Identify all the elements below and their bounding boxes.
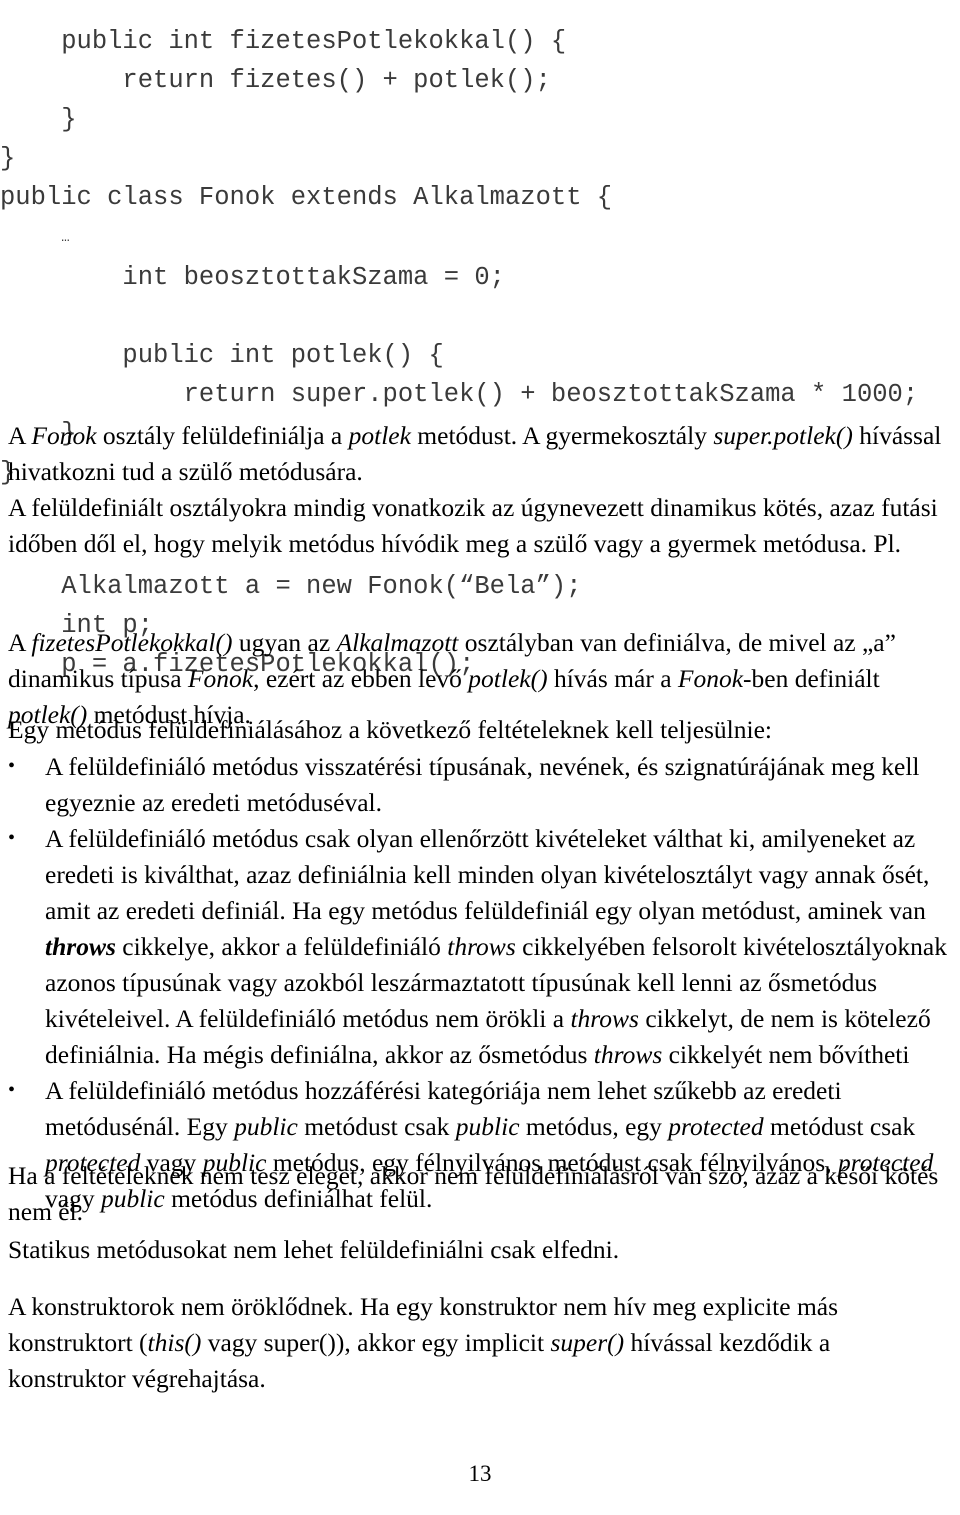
emphasis-public: public bbox=[234, 1112, 298, 1141]
code-line: int beosztottakSzama = 0; bbox=[0, 262, 505, 292]
paragraph-dynamic-binding: A felüldefiniált osztályokra mindig vona… bbox=[8, 490, 952, 562]
paragraph-constructors: A konstruktorok nem öröklődnek. Ha egy k… bbox=[8, 1289, 952, 1397]
text-run: A felüldefiniált osztályokra mindig vona… bbox=[8, 493, 938, 558]
paragraph-not-override: Ha a feltételeknek nem tesz eleget, akko… bbox=[8, 1158, 952, 1230]
list-item-text: A felüldefiniáló metódus csak olyan elle… bbox=[45, 824, 947, 1069]
paragraph-static-methods: Statikus metódusokat nem lehet felüldefi… bbox=[8, 1232, 952, 1268]
bullet-dot-icon: • bbox=[8, 1079, 16, 1101]
text-run: A bbox=[8, 421, 32, 450]
strong-emphasis-throws: throws bbox=[45, 932, 116, 961]
emphasis-this: this() bbox=[147, 1328, 202, 1357]
text-run: Egy metódus felüldefiniálásához a követk… bbox=[8, 715, 773, 744]
emphasis-fonok-2: Fonok bbox=[677, 664, 744, 693]
emphasis-throws: throws bbox=[447, 932, 516, 961]
text-run: -ben definiált bbox=[743, 664, 880, 693]
emphasis-super-potlek: super.potlek() bbox=[713, 421, 853, 450]
document-page: public int fizetesPotlekokkal() { return… bbox=[0, 0, 960, 1515]
paragraph-fonok-override: A Fonok osztály felüldefiniálja a potlek… bbox=[8, 418, 952, 490]
list-item: • A felüldefiniáló metódus csak olyan ell… bbox=[0, 821, 952, 1073]
emphasis-protected: protected bbox=[668, 1112, 764, 1141]
code-ellipsis: … bbox=[61, 229, 70, 246]
code-line: public int fizetesPotlekokkal() { bbox=[0, 26, 567, 56]
code-block-fizetes-potlekokkal: public int fizetesPotlekokkal() { return… bbox=[0, 22, 566, 178]
text-run: osztály felüldefiniálja a bbox=[96, 421, 349, 450]
bullet-dot-icon: • bbox=[8, 755, 16, 777]
code-line: return super.potlek() + beosztottakSzama… bbox=[0, 379, 919, 409]
text-run: , ezért az ebben levő bbox=[253, 664, 469, 693]
code-line: public int potlek() { bbox=[0, 340, 444, 370]
emphasis-alkalmazott: Alkalmazott bbox=[336, 628, 459, 657]
list-item: • A felüldefiniáló metódus visszatérési t… bbox=[0, 749, 952, 821]
emphasis-potlek: potlek bbox=[348, 421, 411, 450]
code-line: public class Fonok extends Alkalmazott { bbox=[0, 182, 613, 212]
text-run: A felüldefiniáló metódus csak olyan elle… bbox=[45, 824, 930, 925]
code-line: Alkalmazott a = new Fonok(“Bela”); bbox=[0, 571, 582, 601]
emphasis-public: public bbox=[455, 1112, 520, 1141]
text-run: ugyan az bbox=[232, 628, 337, 657]
text-run: cikkelye, akkor a felüldefiniáló bbox=[115, 932, 448, 961]
paragraph-conditions-intro: Egy metódus felüldefiniálásához a követk… bbox=[8, 712, 952, 748]
text-run: hívás már a bbox=[547, 664, 678, 693]
text-run: metódus, egy bbox=[519, 1112, 669, 1141]
list-item-text: A felüldefiniáló metódus visszatérési tí… bbox=[45, 752, 920, 817]
emphasis-super: super() bbox=[550, 1328, 625, 1357]
code-line: … bbox=[0, 222, 70, 251]
override-conditions-list: • A felüldefiniáló metódus visszatérési t… bbox=[0, 749, 952, 1217]
emphasis-throws: throws bbox=[593, 1040, 663, 1069]
page-number: 13 bbox=[468, 1461, 492, 1486]
text-run: Ha a feltételeknek nem tesz eleget, akko… bbox=[8, 1161, 939, 1226]
bullet-dot-icon: • bbox=[8, 827, 16, 849]
text-run: A bbox=[8, 628, 32, 657]
text-run: Statikus metódusokat nem lehet felüldefi… bbox=[8, 1235, 620, 1264]
emphasis-fonok: Fonok bbox=[31, 421, 97, 450]
code-line: } bbox=[0, 104, 77, 134]
text-run: metódust. A gyermekosztály bbox=[410, 421, 714, 450]
code-line: } bbox=[0, 143, 16, 173]
emphasis-fizetes-potlekokkal: fizetesPotlekokkal() bbox=[31, 628, 233, 657]
emphasis-potlek: potlek() bbox=[468, 664, 548, 693]
code-line: return fizetes() + potlek(); bbox=[0, 65, 551, 95]
text-run: metódust csak bbox=[763, 1112, 916, 1141]
emphasis-fonok: Fonok bbox=[187, 664, 254, 693]
text-run: vagy super()), akkor egy implicit bbox=[201, 1328, 551, 1357]
text-run: cikkelyét nem bővítheti bbox=[662, 1040, 910, 1069]
text-run: metódust csak bbox=[297, 1112, 456, 1141]
emphasis-throws: throws bbox=[570, 1004, 639, 1033]
